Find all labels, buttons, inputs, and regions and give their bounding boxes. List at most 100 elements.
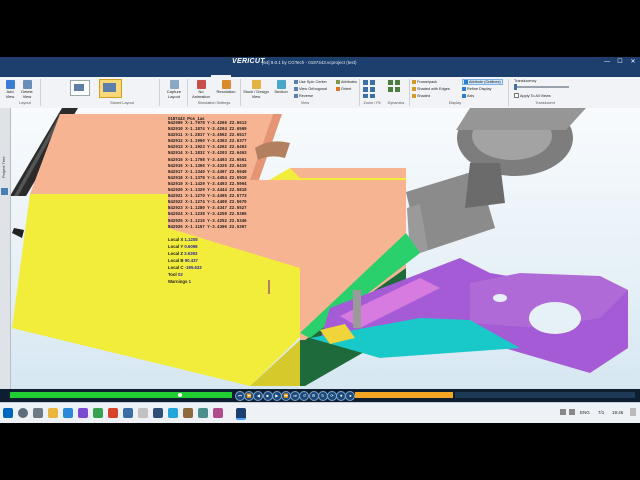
status-message-area <box>455 392 635 398</box>
zoom-out-icon[interactable] <box>370 80 375 85</box>
tool-holder <box>465 163 505 208</box>
zoom-in-icon[interactable] <box>363 80 368 85</box>
translucency-slider[interactable] <box>514 84 569 90</box>
stored-layout-thumb-1[interactable] <box>70 80 90 96</box>
refine-display-option[interactable]: Refine Display <box>462 87 491 91</box>
readout-local-c: Local C -195.633 <box>168 265 202 270</box>
use-spin-center-option[interactable]: Use Spin Center <box>294 80 327 84</box>
dynamic-pan-icon[interactable] <box>395 80 400 85</box>
fit-icon[interactable] <box>363 87 368 92</box>
app-icon-4[interactable] <box>123 408 133 418</box>
delete-view-icon <box>22 80 32 89</box>
app-icon-8[interactable] <box>183 408 193 418</box>
app-icon-6[interactable] <box>153 408 163 418</box>
pan-icon[interactable] <box>363 94 368 98</box>
axis-option[interactable]: Axis <box>462 94 474 98</box>
add-view-button[interactable]: Add View <box>3 80 17 99</box>
nc-block-line: N42925 X-1.1215 Y-3.4252 Z2.5346 <box>168 219 247 224</box>
maximize-button[interactable]: ☐ <box>614 58 626 67</box>
playback-button-step[interactable]: ◀ <box>253 391 264 401</box>
stored-layout-thumb-2[interactable] <box>99 79 122 98</box>
frame-pack-option[interactable]: Frame/pack <box>412 80 437 84</box>
os-taskbar: ENG 7/1 19:46 <box>0 402 640 423</box>
panel-pin-icon[interactable] <box>1 188 8 195</box>
taskbar-clock[interactable]: 19:46 <box>612 410 623 415</box>
stock-top-band <box>290 168 406 178</box>
shaded-icon <box>412 94 416 98</box>
app-icon-1[interactable] <box>78 408 88 418</box>
part-small-hole <box>493 294 507 302</box>
spindle-collar <box>456 108 586 130</box>
axis-icon <box>462 94 466 98</box>
windows-start-icon[interactable] <box>3 408 13 418</box>
nc-block-line: N42926 X-1.1167 Y-3.4306 Z2.5307 <box>168 225 247 230</box>
volume-icon[interactable] <box>569 409 575 415</box>
file-explorer-icon[interactable] <box>48 408 58 418</box>
app-icon-3[interactable] <box>108 408 118 418</box>
readout-local-b: Local B 90.437 <box>168 258 198 263</box>
zoom-fit-label: Zoom / Fit <box>363 101 381 105</box>
attribute-outlines-option[interactable]: Attribute (Outlines) <box>462 79 503 85</box>
app-icon-7[interactable] <box>168 408 178 418</box>
vericut-taskbar-icon[interactable] <box>236 408 246 420</box>
app-icon-5[interactable] <box>138 408 148 418</box>
view-orthogonal-option[interactable]: View Orthogonal <box>294 87 327 91</box>
readout-local-z: Local Z 2.6393 <box>168 251 198 256</box>
zoom-box-icon[interactable] <box>370 87 375 92</box>
dynamic-spin-icon[interactable] <box>395 87 400 92</box>
dynamics-grid <box>388 80 406 98</box>
taskbar-date[interactable]: 7/1 <box>598 410 604 415</box>
reverse-option[interactable]: Reverse <box>294 94 313 98</box>
capture-layout-button[interactable]: Capture Layout <box>164 80 184 99</box>
nc-block-line: N42915 X-1.1708 Y-3.4493 Z2.6561 <box>168 158 247 163</box>
dynamic-rotate-icon[interactable] <box>388 80 393 85</box>
delete-view-button[interactable]: Delete View <box>19 80 35 99</box>
simulation-progress-track <box>10 392 232 398</box>
secondary-progress-fill <box>355 392 453 398</box>
no-animation-button[interactable]: No Animation <box>190 80 212 99</box>
edge-browser-icon[interactable] <box>63 408 73 418</box>
input-language[interactable]: ENG <box>580 410 590 415</box>
app-icon-2[interactable] <box>93 408 103 418</box>
rotate-icon[interactable] <box>370 94 375 98</box>
playback-button-loop[interactable]: ↺ <box>299 391 310 401</box>
resolution-icon <box>221 80 231 89</box>
stock-design-view-button[interactable]: Stock / Design View <box>242 80 270 99</box>
slider-handle[interactable] <box>514 84 517 90</box>
notification-icon[interactable] <box>630 408 636 416</box>
project-tree-tab[interactable]: Project Tree <box>1 128 9 178</box>
attributes-option[interactable]: Attributes <box>336 80 357 84</box>
shaded-option[interactable]: Shaded <box>412 94 430 98</box>
shaded-edges-option[interactable]: Shaded with Edges <box>412 87 450 91</box>
simulation-viewport[interactable]: 0187443_Pos_1as N42909 X-1.7978 Y-3.4266… <box>0 108 640 389</box>
app-icon-10[interactable] <box>213 408 223 418</box>
orient-option[interactable]: Orient <box>336 87 351 91</box>
part-hole <box>529 302 581 334</box>
zoom-fit-grid <box>363 80 381 98</box>
dynamic-zoom-icon[interactable] <box>388 87 393 92</box>
nc-program-overlay: 0187443_Pos_1as N42909 X-1.7978 Y-3.4266… <box>168 116 247 231</box>
project-tree-panel[interactable]: Project Tree <box>0 108 11 389</box>
nc-block-line: N42914 X-1.1832 Y-3.4203 Z2.6463 <box>168 152 247 157</box>
minimize-button[interactable]: — <box>601 58 613 67</box>
rail-bracket <box>12 228 24 238</box>
readout-local-x: Local X 1.1208 <box>168 237 198 242</box>
resolution-button[interactable]: Resolution <box>214 80 238 95</box>
network-icon[interactable] <box>560 409 566 415</box>
apply-to-all-checkbox[interactable]: Apply To All Views <box>514 93 551 98</box>
playback-bar: ⏮ ⏪ ◀ ■ ▶ ⏩ ⏭ ↺ ⚙ ↻ ⟳ ⏺ ⏹ <box>0 389 640 402</box>
simulation-settings-label: Simulation Settings <box>197 101 231 105</box>
outline-icon <box>464 80 468 84</box>
close-button[interactable]: ✕ <box>627 58 639 67</box>
playback-button-halt[interactable]: ⏹ <box>345 391 356 401</box>
ribbon: Add View Delete View Layout Stored Layou… <box>0 77 640 109</box>
app-icon-9[interactable] <box>198 408 208 418</box>
section-button[interactable]: Section <box>272 80 290 95</box>
no-animation-icon <box>196 80 206 89</box>
reverse-icon <box>294 94 298 98</box>
section-icon <box>276 80 286 89</box>
task-view-icon[interactable] <box>33 408 43 418</box>
refine-icon <box>462 87 466 91</box>
simulation-progress-fill <box>10 392 232 398</box>
search-icon[interactable] <box>18 408 28 418</box>
